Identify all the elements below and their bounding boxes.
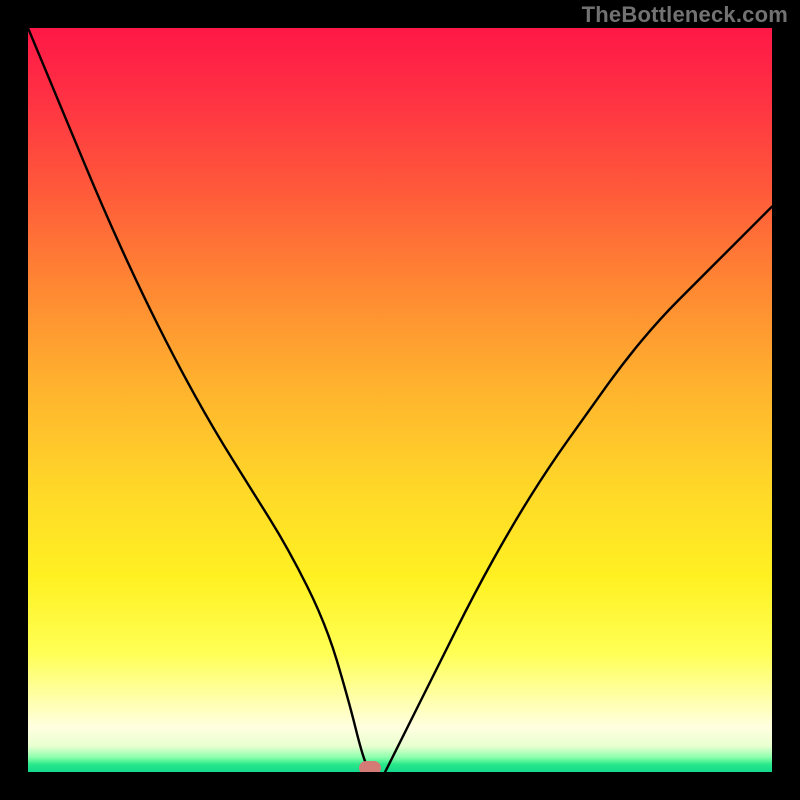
curve-path [28,28,772,772]
watermark-text: TheBottleneck.com [582,2,788,28]
optimum-marker [359,761,381,772]
plot-area [28,28,772,772]
bottleneck-curve [28,28,772,772]
chart-frame: TheBottleneck.com [0,0,800,800]
